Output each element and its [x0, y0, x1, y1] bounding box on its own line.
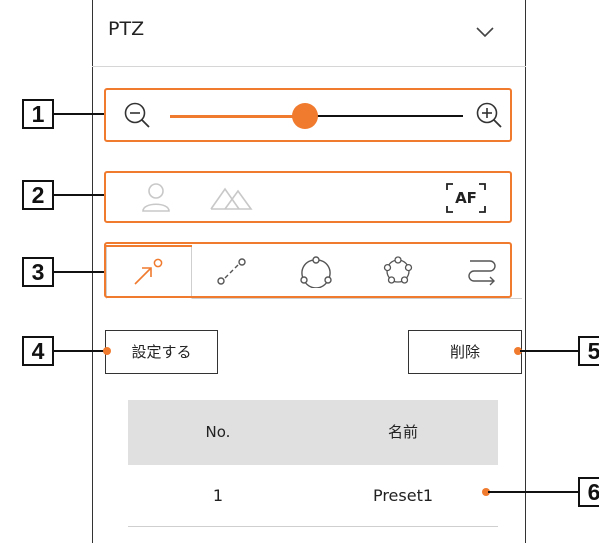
callout-4: 4	[22, 336, 54, 366]
delete-preset-button[interactable]: 削除	[408, 330, 522, 374]
route-icon[interactable]	[464, 254, 500, 288]
path-dots-icon[interactable]	[214, 254, 250, 288]
callout-4-line	[54, 350, 106, 352]
callout-4-dot	[103, 347, 111, 355]
chevron-down-icon[interactable]	[474, 24, 496, 40]
arrow-icon[interactable]	[130, 256, 166, 288]
callout-6: 6	[578, 477, 599, 507]
zoom-out-icon[interactable]	[122, 100, 156, 132]
callout-6-line	[488, 491, 580, 493]
pentagon-cycle-icon[interactable]	[380, 254, 416, 288]
preset-name: Preset1	[372, 486, 434, 505]
zoom-slider-thumb[interactable]	[291, 103, 318, 129]
callout-1: 1	[22, 99, 54, 129]
autofocus-label: AF	[455, 189, 477, 207]
callout-2-line	[54, 194, 106, 196]
column-header-no: No.	[205, 423, 231, 441]
zoom-track-filled[interactable]	[170, 115, 305, 118]
mountain-icon[interactable]	[208, 184, 254, 212]
preset-table-header: No. 名前	[128, 400, 498, 465]
zoom-in-icon[interactable]	[474, 100, 508, 132]
header-divider	[92, 66, 526, 67]
callout-5-line	[520, 350, 580, 352]
zoom-track-empty[interactable]	[304, 115, 463, 117]
row-divider	[128, 526, 498, 527]
callout-1-line	[54, 113, 106, 115]
table-row[interactable]: 1 Preset1	[128, 465, 498, 527]
callout-3: 3	[22, 257, 54, 287]
autofocus-icon[interactable]: AF	[444, 181, 488, 215]
triangle-cycle-icon[interactable]	[298, 254, 334, 288]
callout-3-line	[54, 271, 106, 273]
column-header-name: 名前	[387, 423, 418, 441]
panel-title: PTZ	[108, 18, 145, 40]
preset-number: 1	[212, 486, 224, 505]
ptz-header[interactable]: PTZ	[92, 0, 526, 66]
set-preset-button[interactable]: 設定する	[105, 330, 218, 374]
callout-2: 2	[22, 180, 54, 210]
callout-5: 5	[578, 336, 599, 366]
person-icon[interactable]	[140, 180, 172, 214]
